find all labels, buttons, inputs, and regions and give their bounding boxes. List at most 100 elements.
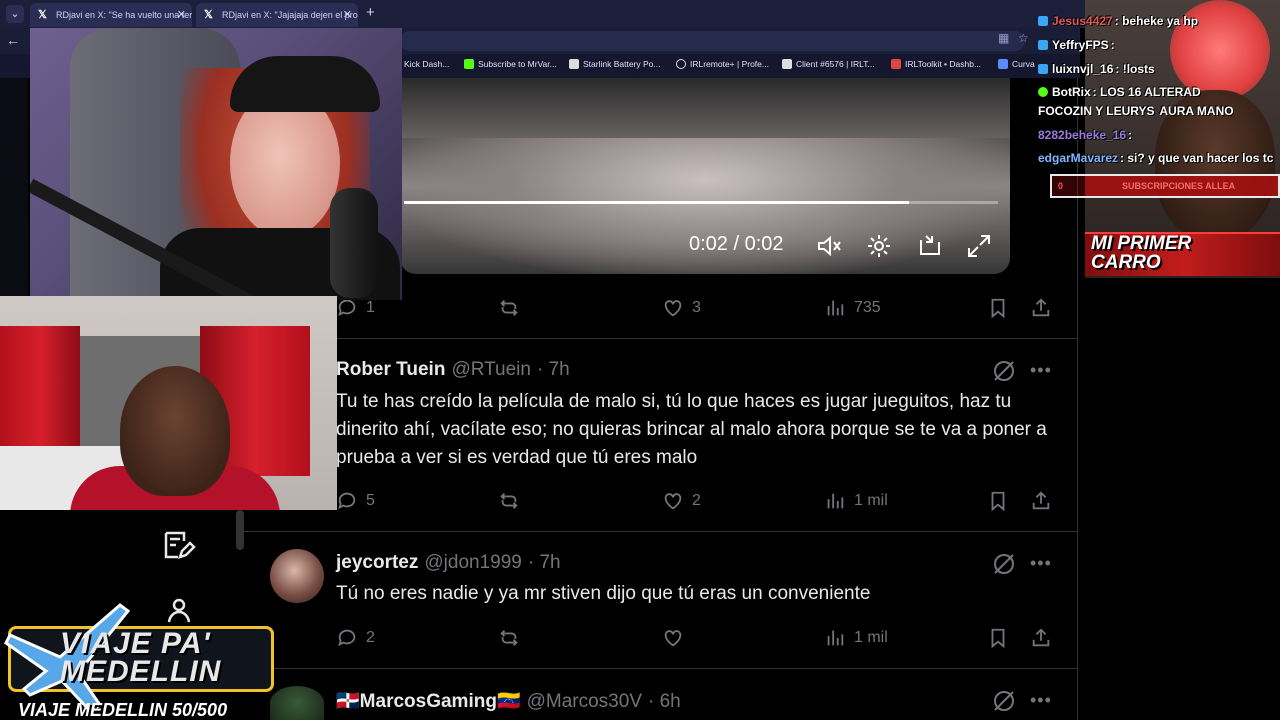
chat-message: FOCOZIN Y LEURYS AURA MANO [1038,104,1234,118]
chat-message: Jesus4427: beheke ya hp [1038,14,1198,28]
like-button[interactable] [662,626,684,650]
kick-icon [1038,40,1048,50]
reply-author[interactable]: Rober Tuein @RTuein · 7h [336,359,570,381]
page-icon [782,59,792,69]
irltoolkit-icon [891,59,901,69]
reply-icon [338,629,356,647]
curva-icon [998,59,1008,69]
post-action-bar: 2 1 mil [336,626,1056,650]
bookmark-button[interactable] [987,489,1009,513]
views-chart-icon [827,300,844,316]
streamer-webcam [30,28,402,300]
reply-author[interactable]: 🇩🇴MarcosGaming🇻🇪 @Marcos30V · 6h [336,689,681,713]
avatar [270,686,324,720]
right-panel [1078,278,1280,720]
author-handle[interactable]: @RTuein [451,359,531,380]
avatar[interactable] [270,549,324,603]
divider [244,668,1078,669]
reply-button[interactable]: 5 [336,489,375,513]
new-tab-icon[interactable]: + [366,4,375,21]
reply-author[interactable]: jeycortez @jdon1999 · 7h [336,552,561,574]
repost-button[interactable] [498,296,520,320]
bookmark-item[interactable]: Starlink Battery Po... [569,59,660,69]
reply-button[interactable]: 2 [336,626,375,650]
goal-ticker: VIAJE MEDELLIN 50/500 [18,700,228,720]
x-logo-icon: 𝕏 [38,9,47,21]
reply-count: 5 [366,492,375,509]
bookmark-button[interactable] [987,626,1009,650]
more-options-icon[interactable]: ••• [1030,690,1052,711]
share-button[interactable] [1030,296,1052,320]
compose-post-icon[interactable] [160,527,196,563]
bookmark-item[interactable]: Client #6576 | IRLT... [782,59,875,69]
repost-icon [500,630,518,646]
chat-message: edgarMavarez: si? y que van hacer los tc [1038,151,1274,165]
close-tab-icon[interactable]: ✕ [177,3,186,27]
like-button[interactable]: 3 [662,296,701,320]
post-time[interactable]: · 7h [528,552,561,573]
kick-icon [464,59,474,69]
bookmark-button[interactable] [987,296,1009,320]
like-button[interactable]: 2 [662,489,701,513]
heart-icon [664,630,682,647]
views-button[interactable]: 1 mil [824,489,888,513]
grok-icon[interactable] [991,551,1017,577]
bookmark-icon [991,628,1005,649]
chat-message: 8282beheke_16: [1038,128,1133,142]
x-logo-icon: 𝕏 [204,9,213,21]
reader-mode-icon[interactable]: ▦ [998,31,1009,45]
views-chart-icon [827,493,844,509]
more-options-icon[interactable]: ••• [1030,360,1052,381]
more-options-icon[interactable]: ••• [1030,553,1052,574]
views-button[interactable]: 735 [824,296,881,320]
heart-icon [664,493,682,510]
bookmark-item[interactable]: IRLToolkit • Dashb... [891,59,981,69]
view-count: 1 mil [854,629,888,646]
globe-icon [676,59,686,69]
share-button[interactable] [1030,626,1052,650]
share-button[interactable] [1030,489,1052,513]
author-handle[interactable]: @Marcos30V [527,691,642,712]
repost-button[interactable] [498,626,520,650]
video-progress-bar[interactable] [404,201,998,204]
reply-text: Tu te has creído la película de malo si,… [336,391,1047,468]
scrollbar-thumb[interactable] [236,510,244,550]
browser-tab-1[interactable]: 𝕏 RDjavi en X: "Se ha vuelto una terc ✕ [30,3,192,27]
like-count: 3 [692,299,701,316]
post-time[interactable]: · 6h [648,691,681,712]
post-time[interactable]: · 7h [537,359,570,380]
share-icon [1032,298,1050,317]
reply-icon [338,299,356,317]
picture-in-picture-icon[interactable] [916,232,944,260]
badge-text: VIAJE PA' MEDELLIN [60,627,222,688]
bookmark-icon [991,491,1005,512]
video-time: 0:02 / 0:02 [689,233,784,255]
heart-icon [664,300,682,317]
like-count: 2 [692,492,701,509]
fullscreen-icon[interactable] [965,232,993,260]
author-name[interactable]: Rober Tuein [336,359,445,380]
browser-tab-2[interactable]: 𝕏 RDjavi en X: "Jajajaja dejen el prob ✕ [196,3,358,27]
settings-icon[interactable] [865,232,893,260]
bookmark-item[interactable]: Kick Dash... [404,59,449,69]
chat-message: YeffryFPS: [1038,38,1115,52]
bookmark-item[interactable]: IRLremote+ | Profe... [676,59,769,69]
repost-button[interactable] [498,489,520,513]
mute-icon[interactable] [815,232,843,260]
back-arrow-icon[interactable]: ← [6,32,20,48]
address-bar[interactable] [400,31,1025,51]
close-tab-icon[interactable]: ✕ [343,3,352,27]
grok-icon[interactable] [991,358,1017,384]
author-handle[interactable]: @jdon1999 [424,552,521,573]
post-action-bar: 1 3 735 [336,296,1056,320]
bookmark-item[interactable]: Subscribe to MrVar... [464,59,557,69]
author-name[interactable]: MarcosGaming [360,691,497,712]
flag-venezuela-icon: 🇻🇪 [496,691,521,712]
author-name[interactable]: jeycortez [336,552,418,573]
tab-list-chevron-icon[interactable]: ⌄ [6,5,24,23]
views-button[interactable]: 1 mil [824,626,888,650]
bookmark-star-icon[interactable]: ☆ [1018,31,1029,45]
microphone-icon [330,188,378,298]
profile-icon[interactable] [165,596,193,624]
grok-icon[interactable] [991,688,1017,714]
